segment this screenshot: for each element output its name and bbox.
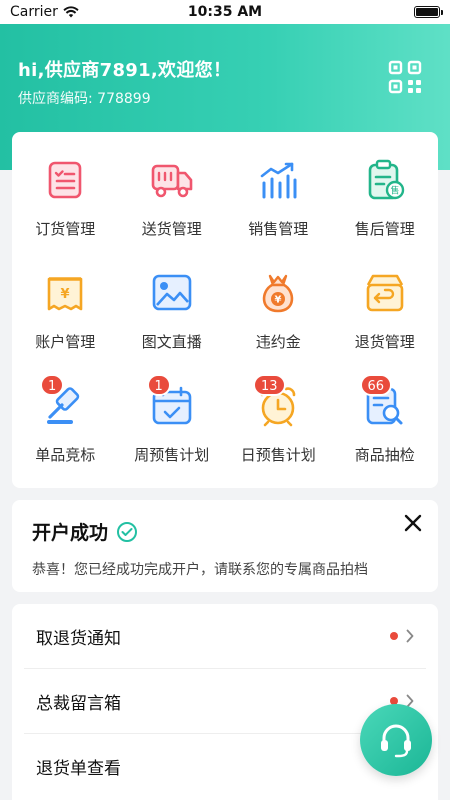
notification-badge: 13 (253, 374, 286, 396)
list-item-label: 取退货通知 (36, 628, 121, 649)
menu-item-delivery[interactable]: 送货管理 (119, 158, 226, 239)
row-indicator (390, 629, 414, 643)
status-bar: Carrier 10:35 AM (0, 0, 450, 24)
svg-text:¥: ¥ (61, 287, 70, 302)
penalty-money-bag-icon: ¥ (263, 274, 294, 313)
menu-label: 商品抽检 (354, 446, 415, 464)
notice-message: 恭喜！您已经成功完成开户，请联系您的专属商品拍档 (32, 562, 368, 578)
order-list-icon (48, 161, 82, 199)
function-menu-card: 订货管理 送货管理 销售管理 售 售后管理 ¥ 账户管理 图文直播 ¥ 违约金 … (12, 132, 438, 488)
notice-title: 开户成功 (32, 522, 109, 544)
menu-label: 周预售计划 (134, 446, 210, 464)
menu-label: 订货管理 (35, 220, 96, 238)
greeting-block: hi,供应商7891,欢迎您！ 供应商编码: 778899 (18, 56, 231, 108)
svg-text:¥: ¥ (275, 295, 282, 306)
battery-icon (414, 6, 443, 18)
account-opened-notice: 开户成功 恭喜！您已经成功完成开户，请联系您的专属商品拍档 (12, 500, 438, 592)
menu-label: 单品竞标 (35, 446, 96, 464)
notification-badge: 1 (146, 374, 171, 396)
account-receipt-icon: ¥ (47, 277, 83, 311)
menu-label: 账户管理 (35, 333, 96, 351)
list-item-label: 总裁留言箱 (36, 693, 121, 714)
image-live-icon (152, 274, 192, 311)
menu-item-daily-presale[interactable]: 13 日预售计划 (225, 374, 332, 465)
menu-label: 送货管理 (141, 220, 202, 238)
menu-label: 退货管理 (354, 333, 415, 351)
after-sales-clipboard-icon: 售 (368, 159, 404, 200)
wifi-icon (63, 6, 79, 18)
delivery-truck-icon (151, 164, 193, 198)
menu-item-inspection[interactable]: 66 商品抽检 (332, 374, 439, 465)
sales-chart-icon (260, 162, 297, 199)
menu-label: 销售管理 (248, 220, 309, 238)
function-grid: 订货管理 送货管理 销售管理 售 售后管理 ¥ 账户管理 图文直播 ¥ 违约金 … (12, 158, 438, 465)
menu-label: 售后管理 (354, 220, 415, 238)
return-box-icon (366, 274, 404, 312)
menu-item-auction[interactable]: 1 单品竞标 (12, 374, 119, 465)
unread-dot (390, 632, 398, 640)
menu-label: 日预售计划 (240, 446, 316, 464)
clock: 10:35 AM (187, 4, 263, 20)
menu-item-order[interactable]: 订货管理 (12, 158, 119, 239)
menu-label: 违约金 (255, 333, 301, 351)
customer-service-button[interactable] (360, 704, 432, 776)
close-icon[interactable] (402, 512, 424, 534)
qr-code-icon[interactable] (388, 60, 422, 94)
supplier-code: 供应商编码: 778899 (18, 91, 151, 107)
notification-badge: 1 (40, 374, 65, 396)
menu-item-weekly-presale[interactable]: 1 周预售计划 (119, 374, 226, 465)
greeting-title: hi,供应商7891,欢迎您！ (18, 60, 232, 81)
menu-item-returns[interactable]: 退货管理 (332, 271, 439, 352)
headset-icon (381, 724, 411, 758)
menu-label: 图文直播 (141, 333, 202, 351)
notice-title-row: 开户成功 (32, 518, 418, 545)
svg-text:售: 售 (390, 185, 399, 197)
menu-item-account[interactable]: ¥ 账户管理 (12, 271, 119, 352)
chevron-right-icon (406, 629, 414, 643)
notification-badge: 66 (359, 374, 393, 396)
entry-list: 取退货通知 总裁留言箱 退货单查看 (12, 604, 438, 800)
menu-item-sales[interactable]: 销售管理 (225, 158, 332, 239)
menu-item-after-sales[interactable]: 售 售后管理 (332, 158, 439, 239)
menu-item-penalty[interactable]: ¥ 违约金 (225, 271, 332, 352)
menu-item-image-live[interactable]: 图文直播 (119, 271, 226, 352)
carrier-label: Carrier (10, 4, 58, 20)
list-item-return-notice[interactable]: 取退货通知 (24, 604, 426, 669)
list-item-label: 退货单查看 (36, 759, 121, 779)
check-circle-icon (117, 521, 138, 542)
